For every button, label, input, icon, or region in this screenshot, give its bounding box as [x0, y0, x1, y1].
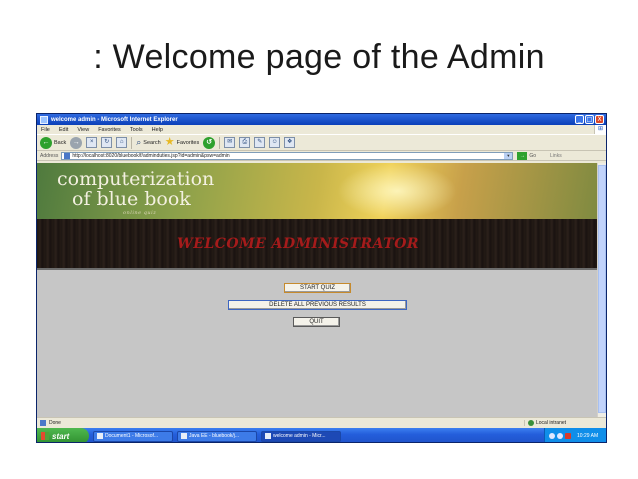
search-label: Search: [143, 139, 161, 146]
task-label: Document1 - Microsof...: [105, 433, 159, 439]
network-icon[interactable]: [549, 433, 555, 439]
status-text: Done: [49, 419, 61, 426]
window-controls: _ □ X: [575, 115, 606, 124]
start-label: start: [52, 431, 70, 441]
site-banner: computerization of blue book online quiz: [37, 163, 599, 219]
address-bar: Address http://localhost:8020/bluebook/f…: [37, 151, 606, 161]
address-url: http://localhost:8020/bluebook/f/admindu…: [72, 152, 230, 159]
forward-button[interactable]: →: [70, 136, 83, 149]
edit-icon[interactable]: ✎: [254, 137, 266, 148]
address-dropdown-icon[interactable]: ▼: [504, 152, 513, 159]
go-arrow-icon: →: [517, 151, 528, 160]
task-label: Java EE - bluebook/j...: [189, 433, 240, 439]
welcome-banner: WELCOME ADMINISTRATOR: [37, 219, 599, 268]
security-alert-icon[interactable]: [565, 433, 571, 439]
menu-edit[interactable]: Edit: [59, 127, 68, 133]
system-tray: 10:29 AM: [544, 428, 606, 442]
back-button[interactable]: ← Back: [40, 136, 67, 149]
search-button[interactable]: ⌕ Search: [136, 137, 160, 148]
mail-icon[interactable]: ✉: [224, 137, 236, 148]
ie-task-icon: [265, 433, 271, 439]
go-label: Go: [529, 152, 537, 159]
menu-tools[interactable]: Tools: [130, 127, 143, 133]
refresh-icon[interactable]: ↻: [101, 137, 113, 148]
security-zone: Local intranet: [524, 419, 606, 426]
links-button[interactable]: Links: [550, 153, 562, 159]
title-bar: welcome admin - Microsoft Internet Explo…: [37, 114, 606, 125]
menu-file[interactable]: File: [41, 127, 50, 133]
messenger-icon[interactable]: ☺: [269, 137, 281, 148]
delete-results-button[interactable]: DELETE ALL PREVIOUS RESULTS: [228, 300, 407, 310]
start-quiz-button[interactable]: START QUIZ: [284, 283, 351, 293]
taskbar: start Document1 - Microsof... Java EE - …: [37, 428, 606, 442]
toolbar: ← Back → × ↻ ⌂ ⌕ Search ★ Favorites ↺ ✉ …: [37, 134, 606, 151]
research-icon[interactable]: ❖: [284, 137, 296, 148]
print-icon[interactable]: ⎙: [239, 137, 251, 148]
word-icon: [97, 433, 103, 439]
task-label: welcome admin - Micr...: [273, 433, 326, 439]
browser-window: welcome admin - Microsoft Internet Explo…: [36, 113, 607, 443]
favorites-star-icon: ★: [164, 136, 175, 148]
zone-label: Local intranet: [536, 419, 567, 426]
volume-icon[interactable]: [557, 433, 563, 439]
java-ee-icon: [181, 433, 187, 439]
brand-title-line1: computerization: [57, 168, 215, 190]
close-button[interactable]: X: [595, 115, 604, 124]
back-label: Back: [54, 139, 67, 146]
toolbar-separator: [219, 136, 221, 149]
address-input[interactable]: http://localhost:8020/bluebook/f/admindu…: [61, 151, 514, 160]
windows-logo-icon: ⊞: [594, 125, 606, 134]
clock: 10:29 AM: [577, 433, 599, 439]
address-label: Address: [40, 152, 59, 159]
stop-icon[interactable]: ×: [86, 137, 98, 148]
intranet-globe-icon: [528, 419, 534, 426]
taskbar-item-word[interactable]: Document1 - Microsof...: [93, 430, 173, 442]
page-done-icon: [40, 419, 46, 426]
window-title: welcome admin - Microsoft Internet Explo…: [51, 116, 178, 123]
page-content: computerization of blue book online quiz…: [37, 163, 599, 417]
back-arrow-icon: ←: [40, 136, 52, 149]
banner-divider: [37, 268, 599, 270]
welcome-heading: WELCOME ADMINISTRATOR: [177, 236, 420, 252]
minimize-button[interactable]: _: [575, 115, 584, 124]
slide-title: : Welcome page of the Admin: [93, 38, 545, 76]
start-button[interactable]: start: [37, 428, 89, 442]
maximize-button[interactable]: □: [585, 115, 594, 124]
brand-subtitle: online quiz: [123, 210, 157, 216]
search-icon: ⌕: [136, 137, 142, 147]
brand-title-line2: of blue book: [72, 188, 191, 210]
menu-help[interactable]: Help: [152, 127, 163, 133]
banner-light-glow: [337, 163, 457, 219]
favorites-label: Favorites: [176, 139, 200, 146]
scrollbar-thumb[interactable]: [598, 165, 606, 413]
menu-favorites[interactable]: Favorites: [98, 127, 121, 133]
favorites-button[interactable]: ★ Favorites: [165, 137, 200, 148]
page-icon: [64, 152, 71, 159]
toolbar-separator: [131, 136, 133, 149]
menu-bar: File Edit View Favorites Tools Help ⊞: [37, 125, 606, 134]
home-icon[interactable]: ⌂: [116, 137, 128, 148]
menu-view[interactable]: View: [77, 127, 89, 133]
windows-flag-icon: [41, 432, 49, 440]
vertical-scrollbar[interactable]: [597, 163, 606, 417]
taskbar-item-java-ee[interactable]: Java EE - bluebook/j...: [177, 430, 257, 442]
quit-button[interactable]: QUIT: [293, 317, 340, 327]
status-bar: Done Local intranet: [37, 417, 606, 427]
ie-icon: [40, 115, 48, 124]
taskbar-item-ie[interactable]: welcome admin - Micr...: [261, 430, 341, 442]
go-button[interactable]: → Go: [517, 151, 537, 160]
history-icon[interactable]: ↺: [203, 136, 216, 149]
